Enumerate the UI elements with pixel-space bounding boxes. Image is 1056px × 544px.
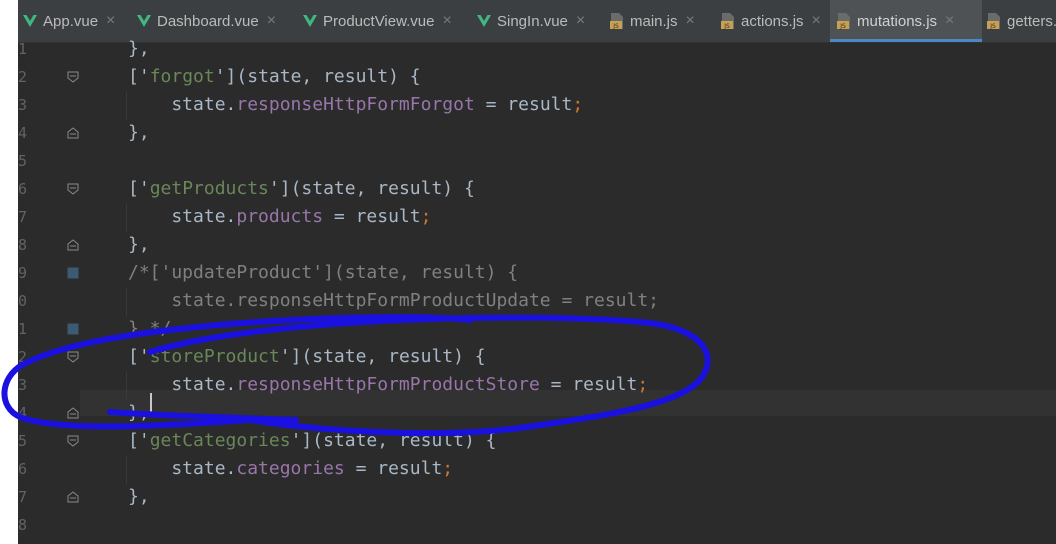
tab-label: mutations.js: [857, 12, 938, 30]
code-token: getCategories: [149, 430, 291, 451]
code-token: '](state, result) {: [214, 66, 421, 87]
code-token: state.responseHttpFormProductUpdate = re…: [128, 290, 660, 311]
code-line: ['storeProduct'](state, result) {: [128, 346, 486, 368]
code-token: state.: [128, 458, 237, 479]
tab-main-js[interactable]: JS main.js ×: [603, 0, 715, 42]
js-file-icon: JS: [836, 12, 852, 30]
code-token: = result: [323, 206, 421, 227]
indent-guide: [126, 92, 127, 120]
js-icon-label: JS: [989, 23, 996, 30]
code-token: state.: [128, 374, 237, 395]
code-token: },: [128, 486, 150, 507]
code-line: state.responseHttpFormForgot = result;: [128, 94, 583, 116]
close-icon[interactable]: ×: [812, 12, 821, 30]
indent-guide: [126, 288, 127, 316]
tab-label: SingIn.vue: [497, 12, 568, 30]
code-token: '](state, result) {: [268, 178, 475, 199]
code-token: = result: [474, 94, 573, 115]
tab-productview-vue[interactable]: ProductView.vue ×: [296, 0, 472, 42]
tab-label: actions.js: [741, 12, 804, 30]
close-icon[interactable]: ×: [576, 12, 585, 30]
code-token: state.: [128, 94, 237, 115]
close-icon[interactable]: ×: [686, 12, 695, 30]
code-line: },*/: [128, 318, 171, 340]
code-token: responseHttpFormProductStore: [236, 374, 540, 395]
code-token: forgot: [149, 66, 215, 87]
code-line: ['forgot'](state, result) {: [128, 66, 421, 88]
code-token: categories: [236, 458, 345, 479]
code-token: = result: [539, 374, 638, 395]
code-token: [': [128, 346, 150, 367]
code-token: },: [128, 234, 150, 255]
tab-label: App.vue: [43, 12, 99, 30]
vue-icon: [22, 13, 38, 29]
code-token: getProducts: [149, 178, 269, 199]
code-token: },: [128, 122, 150, 143]
code-line: state.products = result;: [128, 206, 431, 228]
tab-label: getters.: [1007, 12, 1056, 30]
code-token: '](state, result) {: [279, 346, 486, 367]
js-file-icon: JS: [609, 12, 625, 30]
vue-icon: [136, 13, 152, 29]
tab-getters-[interactable]: JS getters.: [980, 0, 1056, 42]
code-token: responseHttpFormForgot: [236, 94, 475, 115]
tab-singin-vue[interactable]: SingIn.vue ×: [470, 0, 604, 42]
code-line: },: [128, 402, 150, 424]
code-line: ['getProducts'](state, result) {: [128, 178, 475, 200]
close-icon[interactable]: ×: [267, 12, 276, 30]
tab-app-vue[interactable]: App.vue ×: [18, 0, 132, 42]
code-token: },*/: [128, 318, 172, 339]
code-token: /*['updateProduct'](state, result) {: [128, 262, 519, 283]
code-token: '](state, result) {: [290, 430, 497, 451]
code-line: state.responseHttpFormProductUpdate = re…: [128, 290, 659, 312]
code-token: ;: [420, 206, 432, 227]
code-line: ['getCategories'](state, result) {: [128, 430, 496, 452]
indent-guide: [126, 204, 127, 232]
vue-icon: [302, 13, 318, 29]
editor-tab-bar: App.vue × Dashboard.vue × ProductView.vue × Si…: [18, 0, 1056, 43]
close-icon[interactable]: ×: [945, 12, 954, 30]
code-token: [': [128, 430, 150, 451]
tab-label: Dashboard.vue: [157, 12, 259, 30]
code-line: /*['updateProduct'](state, result) {: [128, 262, 518, 284]
indent-guide: [126, 456, 127, 484]
js-icon-label: JS: [839, 23, 846, 30]
code-line: },: [128, 486, 150, 508]
code-token: = result: [344, 458, 443, 479]
code-line: state.responseHttpFormProductStore = res…: [128, 374, 648, 396]
code-token: [': [128, 66, 150, 87]
js-file-icon: JS: [986, 12, 1002, 30]
code-token: products: [236, 206, 324, 227]
close-icon[interactable]: ×: [106, 12, 115, 30]
code-line: },: [128, 234, 150, 256]
code-token: state.: [128, 206, 237, 227]
tab-mutations-js[interactable]: JS mutations.js ×: [830, 0, 982, 42]
code-token: ;: [442, 458, 454, 479]
code-token: storeProduct: [149, 346, 280, 367]
close-icon[interactable]: ×: [442, 12, 451, 30]
code-editor[interactable]: App.vue × Dashboard.vue × ProductView.vue × Si…: [18, 0, 1056, 544]
text-caret: [150, 393, 152, 413]
tab-dashboard-vue[interactable]: Dashboard.vue ×: [130, 0, 298, 42]
vue-icon: [476, 13, 492, 29]
code-token: },: [128, 38, 150, 59]
js-icon-label: JS: [723, 23, 730, 30]
code-token: ;: [637, 374, 649, 395]
code-token: ;: [572, 94, 584, 115]
code-area[interactable]: }, ['forgot'](state, result) { state.resp…: [18, 38, 1056, 544]
js-icon-label: JS: [612, 23, 619, 30]
tab-label: main.js: [630, 12, 678, 30]
code-line: state.categories = result;: [128, 458, 453, 480]
code-line: },: [128, 122, 150, 144]
indent-guide: [126, 372, 127, 400]
tab-actions-js[interactable]: JS actions.js ×: [714, 0, 832, 42]
code-token: },: [128, 402, 150, 423]
js-file-icon: JS: [720, 12, 736, 30]
tab-label: ProductView.vue: [323, 12, 435, 30]
code-line: },: [128, 38, 150, 60]
code-token: [': [128, 178, 150, 199]
